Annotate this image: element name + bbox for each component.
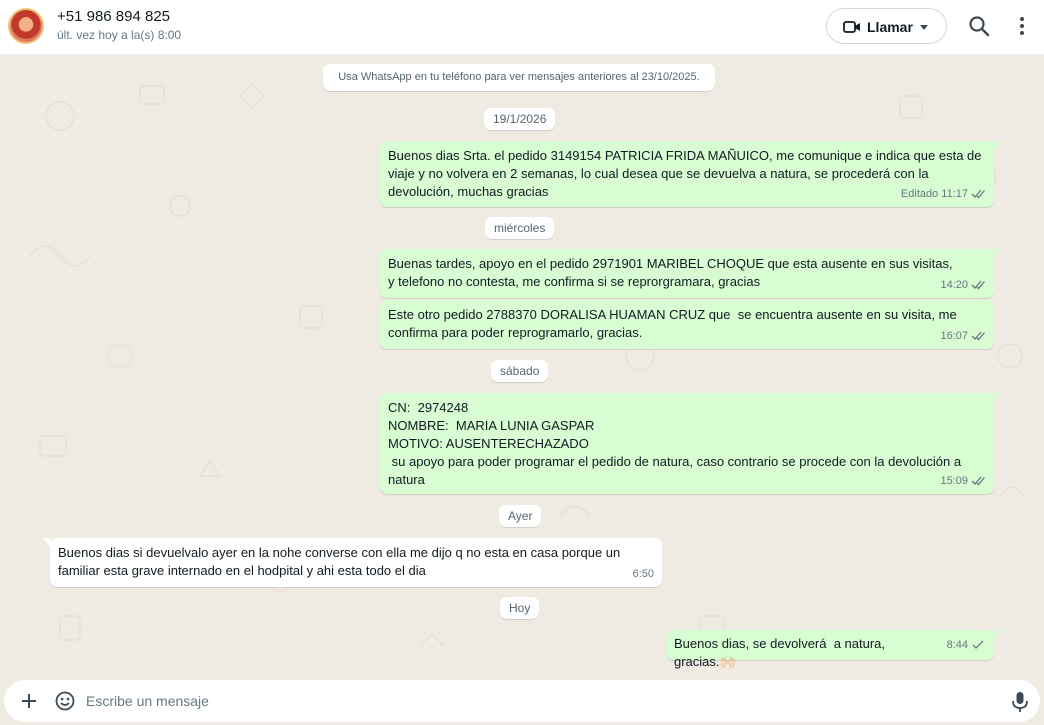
contact-name[interactable]: +51 986 894 825 <box>57 8 170 25</box>
message-list[interactable]: Usa WhatsApp en tu teléfono para ver men… <box>0 56 1044 677</box>
history-notice: Usa WhatsApp en tu teléfono para ver men… <box>323 64 715 91</box>
date-divider: miércoles <box>485 217 555 239</box>
date-divider: 19/1/2026 <box>484 108 556 130</box>
date-divider: Hoy <box>500 597 540 619</box>
message-time: 14:20 <box>940 279 968 291</box>
message-time: 6:50 <box>632 568 654 580</box>
double-check-icon <box>971 476 985 486</box>
double-check-icon <box>971 331 985 341</box>
date-divider: Ayer <box>499 505 542 527</box>
message-bubble-outgoing[interactable]: Buenos dias, se devolverá a natura, grac… <box>666 630 1001 669</box>
message-bubble-outgoing[interactable]: Buenas tardes, apoyo en el pedido 297190… <box>380 249 1001 298</box>
message-time: 8:44 <box>946 639 968 651</box>
call-button[interactable]: Llamar <box>826 8 947 44</box>
last-seen-status: últ. vez hoy a la(s) 8:00 <box>57 28 182 42</box>
message-meta: 15:09 <box>940 472 986 490</box>
call-button-label: Llamar <box>867 19 913 35</box>
kebab-menu-icon[interactable] <box>1012 15 1032 37</box>
message-input[interactable] <box>86 688 986 714</box>
chat-header: +51 986 894 825 últ. vez hoy a la(s) 8:0… <box>0 0 1044 55</box>
composer-box <box>4 680 1040 722</box>
microphone-icon[interactable] <box>1010 691 1030 713</box>
contact-avatar[interactable] <box>8 8 44 44</box>
message-meta: 6:50 <box>633 565 654 583</box>
double-check-icon <box>971 280 985 290</box>
message-bubble-outgoing[interactable]: CN: 2974248 NOMBRE: MARIA LUNIA GASPAR M… <box>380 393 1001 494</box>
message-time: 15:09 <box>940 475 968 487</box>
message-bubble-outgoing[interactable]: Buenos dias Srta. el pedido 3149154 PATR… <box>380 141 1001 207</box>
message-text: CN: 2974248 NOMBRE: MARIA LUNIA GASPAR M… <box>388 400 962 487</box>
message-time: 16:07 <box>940 330 968 342</box>
message-meta: 8:44 <box>947 636 986 654</box>
emoji-icon[interactable] <box>54 690 76 712</box>
plus-icon[interactable] <box>20 692 38 710</box>
message-meta: Editado 11:17 <box>901 185 986 203</box>
message-meta: 16:07 <box>940 327 986 345</box>
single-check-icon <box>972 640 984 649</box>
message-bubble-incoming[interactable]: Buenos dias si devuelvalo ayer en la noh… <box>43 538 662 587</box>
video-camera-icon <box>843 21 860 33</box>
message-text: Buenos dias si devuelvalo ayer en la noh… <box>58 545 624 578</box>
message-text: Buenos dias Srta. el pedido 3149154 PATR… <box>388 148 986 199</box>
message-text: Buenas tardes, apoyo en el pedido 297190… <box>388 256 957 289</box>
message-text: Este otro pedido 2788370 DORALISA HUAMAN… <box>388 307 961 340</box>
double-check-icon <box>971 189 985 199</box>
chevron-down-icon <box>920 25 928 30</box>
message-composer <box>0 677 1044 725</box>
message-text: Buenos dias, se devolverá a natura, grac… <box>674 636 889 669</box>
date-divider: sábado <box>491 360 549 382</box>
message-bubble-outgoing[interactable]: Este otro pedido 2788370 DORALISA HUAMAN… <box>380 300 994 349</box>
message-time: Editado 11:17 <box>900 188 968 200</box>
message-meta: 14:20 <box>940 276 986 294</box>
search-icon[interactable] <box>968 15 990 37</box>
